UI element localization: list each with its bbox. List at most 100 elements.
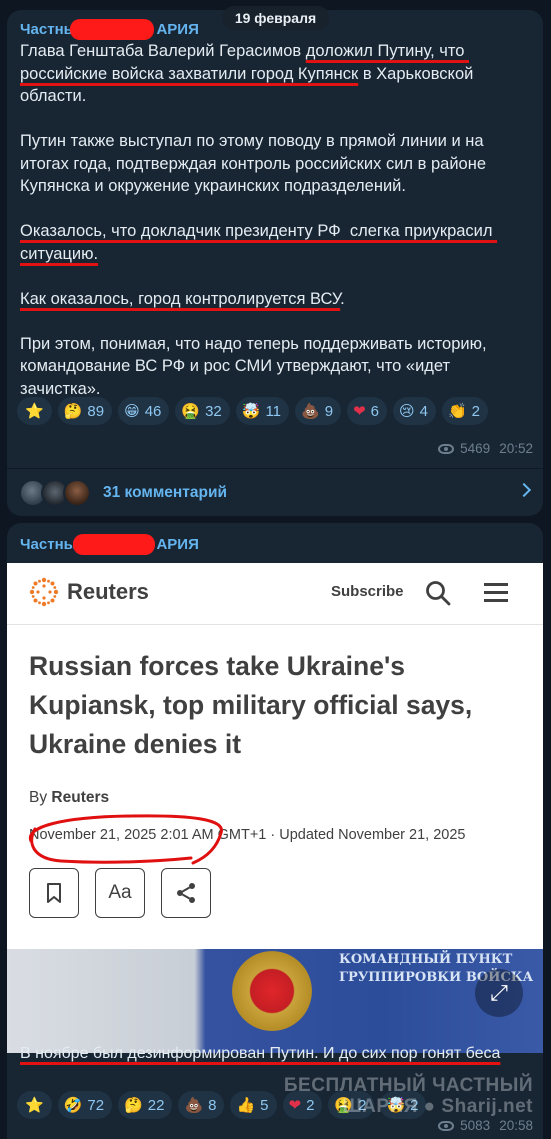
text-segment: Глава Генштаба Валерий Герасимов (20, 42, 306, 60)
reaction-count: 6 (370, 402, 379, 420)
clap-icon: 👏 (447, 402, 467, 420)
post-time: 20:52 (499, 441, 533, 456)
star-reaction[interactable]: ⭐ (17, 397, 52, 425)
photo-sign-line: КОМАНДНЫЙ ПУНКТ (339, 952, 513, 967)
reaction-count: 9 (324, 402, 334, 420)
thinking-reaction[interactable]: 🤔 89 (57, 397, 113, 425)
post-paragraph: Оказалось, что докладчик президенту РФ с… (20, 220, 525, 265)
views-icon (438, 443, 455, 454)
heart-reaction[interactable]: ❤ 6 (347, 397, 387, 425)
text-size-button[interactable]: Aa (95, 868, 145, 918)
vomit-icon: 🤮 (181, 402, 201, 420)
post-paragraph: Путин также выступал по этому поводу в п… (20, 130, 525, 198)
comments-label: 31 комментарий (103, 483, 228, 501)
text-segment: При этом, понимая, что надо теперь подде… (20, 334, 492, 398)
underlined-text: Как оказалось, город контролируется ВСУ (20, 289, 341, 308)
bookmark-icon (47, 883, 61, 903)
reaction-count: 32 (205, 402, 222, 420)
menu-icon[interactable] (484, 583, 508, 602)
views-icon (438, 1120, 455, 1131)
watermark: БЕСПЛАТНЫЙ ЧАСТНЫЙ ШАРИЯ ● Sharij.net (284, 1075, 533, 1117)
reaction-count: 89 (87, 402, 105, 420)
poop-reaction[interactable]: 💩 8 (178, 1091, 225, 1119)
redaction-mark (70, 19, 154, 40)
redaction-mark (73, 534, 155, 555)
grin-reaction[interactable]: 😁 46 (118, 397, 170, 425)
vomit-reaction[interactable]: 🤮 32 (175, 397, 230, 425)
channel-name-end: АРИЯ (156, 21, 199, 38)
grin-icon: 😁 (124, 402, 140, 420)
reaction-count: 5 (260, 1096, 269, 1114)
share-icon (177, 883, 195, 903)
article-headline: Russian forces take Ukraine's Kupiansk, … (29, 651, 473, 759)
underlined-text: Оказалось, что докладчик президенту РФ с… (20, 222, 498, 263)
channel-name-start: Частны (20, 21, 77, 38)
views-count: 5469 (460, 441, 491, 456)
clap-reaction[interactable]: 👏 2 (441, 397, 488, 425)
reaction-count: 22 (147, 1096, 165, 1114)
emblem-icon (232, 951, 312, 1031)
reactions-bar: ⭐ 🤔 89 😁 46 🤮 32 🤯 11 💩 9 ❤ 6 😢 4 👏 2 (17, 397, 537, 432)
subscribe-link[interactable]: Subscribe (331, 583, 404, 600)
views-count: 5083 (460, 1118, 491, 1133)
thumbs-up-reaction[interactable]: 👍 5 (230, 1091, 277, 1119)
channel-post-1: Частны АРИЯ Глава Генштаба Валерий Гераси… (7, 10, 543, 516)
bookmark-button[interactable] (29, 868, 79, 918)
star-icon: ⭐ (25, 1096, 44, 1114)
reaction-count: 4 (419, 402, 428, 420)
star-icon: ⭐ (25, 402, 44, 420)
reuters-brand: Reuters (67, 579, 149, 604)
thumbs-up-icon: 👍 (236, 1096, 256, 1114)
post-paragraph: При этом, понимая, что надо теперь подде… (20, 333, 525, 401)
reaction-count: 2 (471, 402, 480, 420)
rofl-icon: 🤣 (63, 1096, 83, 1114)
thinking-icon: 🤔 (124, 1096, 143, 1114)
heart-icon: ❤ (353, 402, 366, 420)
chevron-right-icon (516, 482, 532, 498)
reaction-count: 8 (208, 1096, 217, 1114)
star-reaction[interactable]: ⭐ (17, 1091, 52, 1119)
reaction-count: 72 (87, 1096, 105, 1114)
watermark-line: БЕСПЛАТНЫЙ ЧАСТНЫЙ (283, 1075, 533, 1096)
post-paragraph: Как оказалось, город контролируется ВСУ. (20, 288, 525, 311)
watermark-line: ШАРИЯ ● Sharij.net (342, 1096, 533, 1117)
poop-reaction[interactable]: 💩 9 (295, 397, 342, 425)
expand-icon[interactable]: ⤢ (475, 969, 523, 1017)
commenter-avatar (63, 478, 91, 507)
rofl-reaction[interactable]: 🤣 72 (57, 1091, 113, 1119)
article-byline: By Reuters (29, 789, 109, 807)
channel-name-start: Частны (20, 536, 77, 553)
reaction-count: 11 (265, 402, 282, 420)
post-time: 20:58 (499, 1118, 533, 1133)
poop-icon: 💩 (301, 402, 320, 420)
channel-name-end: АРИЯ (156, 536, 199, 553)
thinking-reaction[interactable]: 🤔 22 (118, 1091, 173, 1119)
caption-text: В ноябре был дезинформирован Путин. И до… (20, 1045, 501, 1062)
cry-reaction[interactable]: 😢 4 (392, 397, 436, 425)
post-text: Глава Генштаба Валерий Герасимов доложил… (20, 40, 525, 400)
article-screenshot[interactable]: Reuters Subscribe Russian forces take Uk… (7, 563, 543, 1053)
reuters-header: Reuters Subscribe (7, 563, 543, 625)
red-circle-annotation (28, 814, 223, 865)
mind-blown-reaction[interactable]: 🤯 11 (235, 397, 290, 425)
article-photo: КОМАНДНЫЙ ПУНКТ ГРУППИРОВКИ ВОЙСКА ⤢ (7, 949, 543, 1053)
thinking-icon: 🤔 (63, 402, 83, 420)
share-button[interactable] (161, 868, 211, 918)
text-segment: Путин также выступал по этому поводу в п… (20, 132, 491, 195)
post-paragraph: Глава Генштаба Валерий Герасимов доложил… (20, 40, 525, 108)
comments-button[interactable]: 31 комментарий (7, 469, 543, 516)
post-caption: В ноябре был дезинформирован Путин. И до… (20, 1045, 500, 1063)
reaction-count: 46 (144, 402, 162, 420)
text-segment: . (340, 289, 345, 308)
post-meta: 5469 20:52 (438, 441, 533, 456)
byline-author[interactable]: Reuters (51, 789, 109, 806)
byline-prefix: By (29, 789, 48, 806)
cry-icon: 😢 (398, 402, 415, 420)
mind-blown-icon: 🤯 (241, 402, 261, 420)
post-meta: 5083 20:58 (438, 1118, 533, 1133)
poop-icon: 💩 (184, 1096, 204, 1114)
channel-post-2: Частны АРИЯ Reuters Subscribe Russian fo… (7, 523, 543, 1139)
date-separator: 19 февраля (221, 6, 330, 30)
search-icon[interactable] (425, 580, 451, 606)
text-size-label: Aa (108, 882, 132, 903)
